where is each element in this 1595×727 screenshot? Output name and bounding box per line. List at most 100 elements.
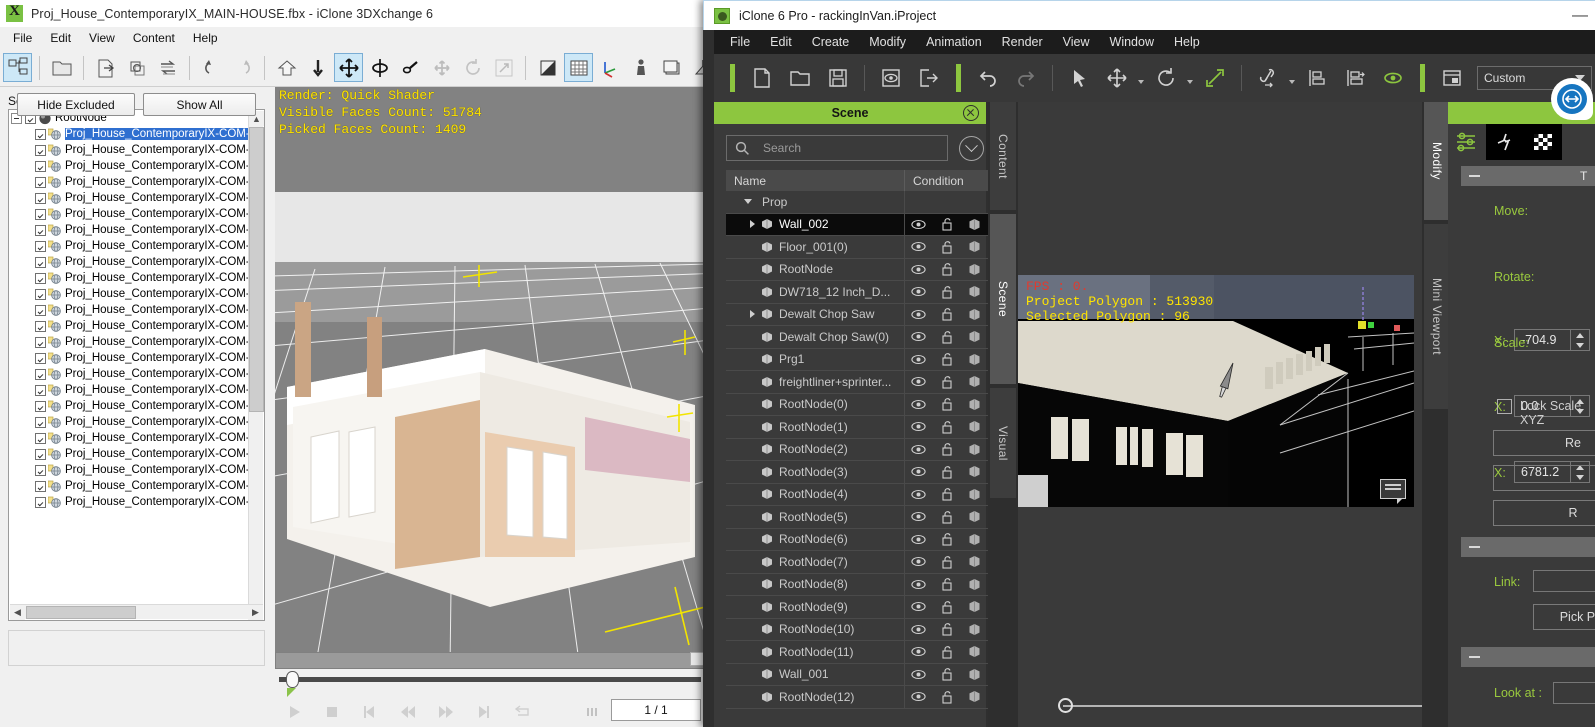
shade-icon[interactable] [960, 623, 988, 636]
tree-row[interactable]: Proj_House_ContemporaryIX-COM-H [9, 350, 264, 366]
eye-icon[interactable] [905, 691, 933, 702]
tree-row[interactable]: Proj_House_ContemporaryIX-COM-H [9, 190, 264, 206]
iclone-menu-create[interactable]: Create [802, 32, 860, 52]
align-transform-icon[interactable] [1338, 61, 1372, 95]
side-tab-scene[interactable]: Scene [990, 214, 1016, 384]
eye-icon[interactable] [905, 646, 933, 657]
chevron-right-icon[interactable] [744, 310, 760, 318]
lookat-section-bar[interactable] [1461, 647, 1595, 667]
visibility-checkbox[interactable] [35, 464, 46, 476]
shade-icon[interactable] [960, 668, 988, 681]
export-icon[interactable] [91, 53, 120, 82]
xchange-corner-box[interactable] [690, 652, 704, 666]
shade-icon[interactable] [960, 465, 988, 478]
shade-icon[interactable] [960, 443, 988, 456]
undo-icon[interactable] [971, 61, 1005, 95]
visibility-checkbox[interactable] [35, 352, 46, 364]
range-icon[interactable] [573, 698, 611, 726]
scene-list-item[interactable]: RootNode(4) [726, 483, 988, 506]
visibility-checkbox[interactable] [35, 432, 46, 444]
checker-icon[interactable] [1524, 124, 1562, 160]
shade-icon[interactable] [960, 555, 988, 568]
link-icon[interactable] [1251, 61, 1285, 95]
rotate-tool-icon[interactable] [1149, 61, 1183, 95]
lock-icon[interactable] [933, 285, 961, 299]
mini-viewport[interactable]: FPS : 0. Project Polygon : 513930 Select… [1018, 275, 1414, 507]
eye-icon[interactable] [905, 624, 933, 635]
tree-row[interactable]: Proj_House_ContemporaryIX-COM-H [9, 462, 264, 478]
shade-icon[interactable] [960, 398, 988, 411]
scene-list-item[interactable]: RootNode(12) [726, 686, 988, 709]
eye-icon[interactable] [905, 286, 933, 297]
axis-icon[interactable] [595, 53, 624, 82]
sliders-icon[interactable] [1448, 124, 1486, 160]
side-tab-visual[interactable]: Visual [990, 388, 1016, 498]
visibility-checkbox[interactable] [35, 240, 46, 252]
pick-parent-button[interactable]: Pick Par [1533, 604, 1595, 630]
eye-icon[interactable] [905, 601, 933, 612]
lock-icon[interactable] [933, 420, 961, 434]
xchange-menu-edit[interactable]: Edit [41, 29, 80, 47]
convert-icon[interactable] [153, 53, 182, 82]
reset-button-2[interactable]: R [1493, 500, 1595, 526]
undo-icon[interactable] [197, 53, 226, 82]
shade-icon[interactable] [960, 578, 988, 591]
prev-frame-icon[interactable] [389, 698, 427, 726]
eye-icon[interactable] [905, 376, 933, 387]
eye-icon[interactable] [905, 219, 933, 230]
lock-icon[interactable] [933, 645, 961, 659]
viewport-slider-knob[interactable] [1058, 698, 1073, 713]
lock-icon[interactable] [933, 690, 961, 704]
iclone-menu-view[interactable]: View [1053, 32, 1100, 52]
tree-row[interactable]: Proj_House_ContemporaryIX-COM-H [9, 126, 264, 142]
iclone-menu-window[interactable]: Window [1100, 32, 1164, 52]
scene-tree-list[interactable]: RootNode Proj_House_ContemporaryIX-COM-H P… [8, 109, 265, 621]
visibility-checkbox[interactable] [35, 144, 46, 156]
visibility-checkbox[interactable] [35, 192, 46, 204]
lock-icon[interactable] [933, 532, 961, 546]
tree-row[interactable]: Proj_House_ContemporaryIX-COM-H [9, 334, 264, 350]
eye-icon[interactable] [905, 241, 933, 252]
hide-excluded-button[interactable]: Hide Excluded [17, 93, 135, 116]
visibility-checkbox[interactable] [35, 448, 46, 460]
lock-icon[interactable] [933, 352, 961, 366]
eye-icon[interactable] [905, 354, 933, 365]
eye-icon[interactable] [905, 444, 933, 455]
tree-row[interactable]: Proj_House_ContemporaryIX-COM-H [9, 302, 264, 318]
lock-scale-checkbox[interactable] [1497, 399, 1512, 414]
lock-icon[interactable] [933, 622, 961, 636]
visibility-checkbox[interactable] [35, 496, 46, 508]
chevron-down-icon[interactable] [1136, 61, 1145, 95]
tree-row[interactable]: Proj_House_ContemporaryIX-COM-H [9, 414, 264, 430]
scene-list-item[interactable]: Floor_001(0) [726, 236, 988, 259]
motion-icon[interactable] [1486, 124, 1524, 160]
shade-icon[interactable] [533, 53, 562, 82]
scene-list-item[interactable]: freightliner+sprinter... [726, 371, 988, 394]
pick-icon[interactable] [396, 53, 425, 82]
new-file-icon[interactable] [745, 61, 779, 95]
iclone-menu-render[interactable]: Render [992, 32, 1053, 52]
right-tab-modify[interactable]: Modify [1424, 102, 1450, 220]
scene-tree-icon[interactable] [3, 53, 32, 82]
character-icon[interactable] [626, 53, 655, 82]
scene-list-item[interactable]: RootNode(3) [726, 461, 988, 484]
eye-icon[interactable] [905, 421, 933, 432]
shade-icon[interactable] [960, 263, 988, 276]
open-file-icon[interactable] [783, 61, 817, 95]
xchange-menu-content[interactable]: Content [124, 29, 184, 47]
lock-icon[interactable] [933, 375, 961, 389]
iclone-menu-file[interactable]: File [720, 32, 760, 52]
link-input[interactable] [1533, 570, 1595, 592]
reset-button-1[interactable]: Re [1493, 430, 1595, 456]
select-arrow-icon[interactable] [1062, 61, 1096, 95]
visibility-checkbox[interactable] [35, 256, 46, 268]
visibility-checkbox[interactable] [35, 208, 46, 220]
scene-object-list[interactable]: Prop Wall_002 Floor_001(0) RootNode DW718_12… [726, 191, 988, 727]
lock-icon[interactable] [933, 397, 961, 411]
eye-icon[interactable] [905, 309, 933, 320]
visibility-checkbox[interactable] [35, 480, 46, 492]
scroll-left-icon[interactable]: ◀ [10, 604, 25, 620]
show-all-button[interactable]: Show All [143, 93, 256, 116]
scene-list-item[interactable]: RootNode(1) [726, 416, 988, 439]
tree-row[interactable]: Proj_House_ContemporaryIX-COM-H [9, 174, 264, 190]
